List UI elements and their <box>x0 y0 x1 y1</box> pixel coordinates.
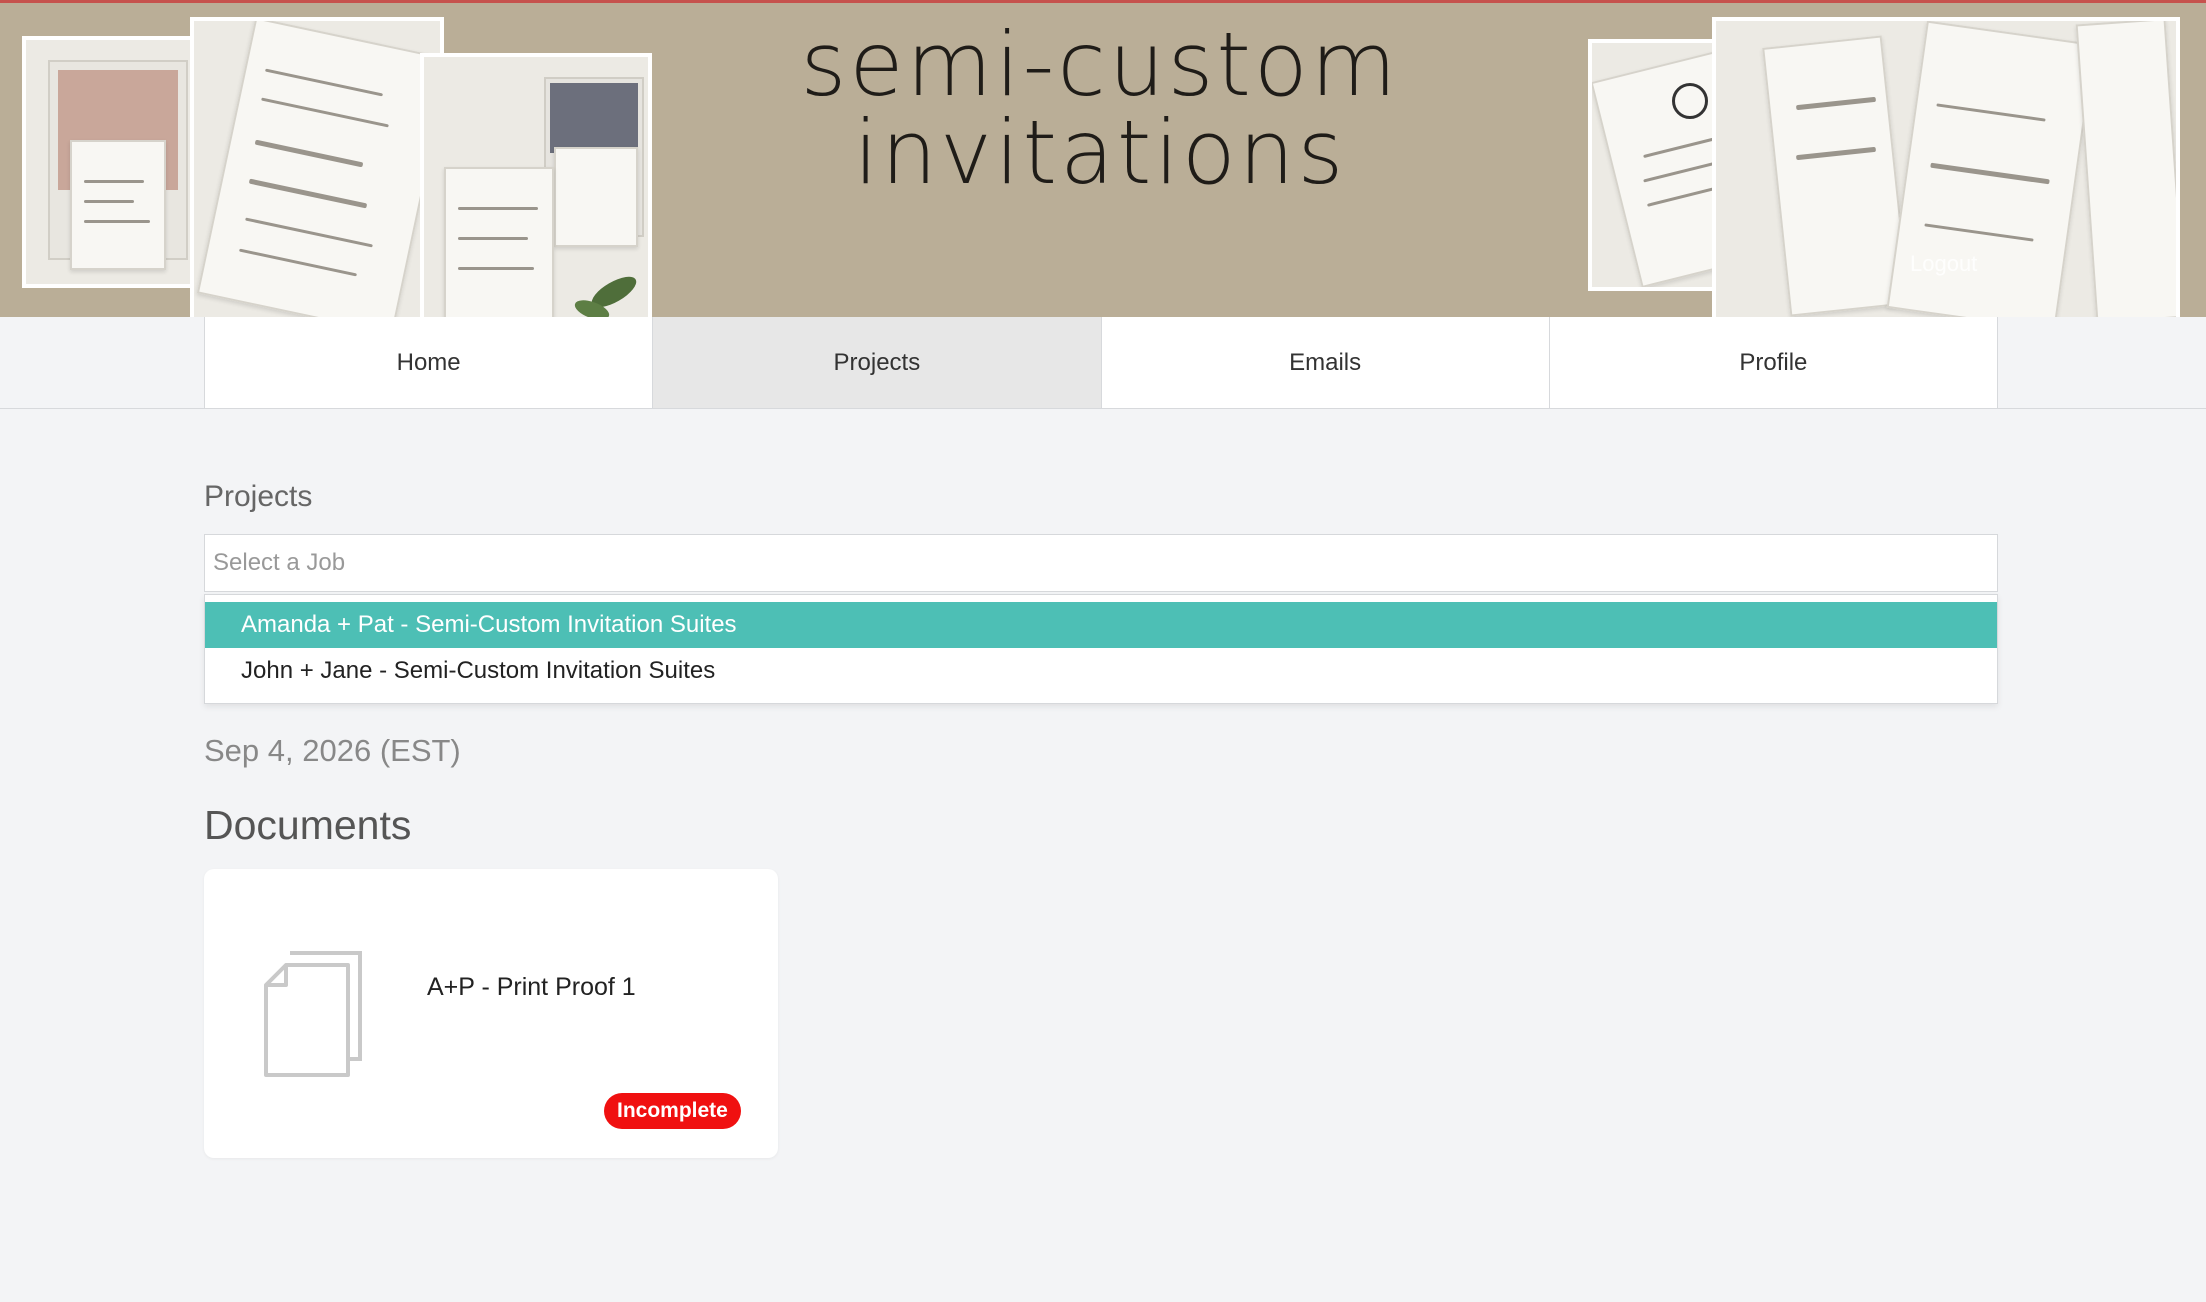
job-select[interactable]: Select a Job <box>204 534 1998 592</box>
job-dropdown: Amanda + Pat - Semi-Custom Invitation Su… <box>204 594 1998 704</box>
status-badge: Incomplete <box>604 1093 741 1129</box>
tab-home[interactable]: Home <box>204 317 654 409</box>
nav-tabs: Home Projects Emails Profile <box>204 317 1998 409</box>
brand-title: semi-custom invitations <box>800 13 1400 204</box>
job-option[interactable]: Amanda + Pat - Semi-Custom Invitation Su… <box>205 602 1997 648</box>
document-card[interactable]: A+P - Print Proof 1 Incomplete <box>204 869 778 1158</box>
invitation-photo <box>190 17 444 317</box>
logout-link[interactable]: Logout <box>1910 251 1977 277</box>
job-option[interactable]: John + Jane - Semi-Custom Invitation Sui… <box>205 648 1997 694</box>
main-navigation: Home Projects Emails Profile <box>0 317 2206 409</box>
document-icon <box>264 951 362 1077</box>
invitation-photo <box>22 36 212 288</box>
invitation-photo <box>420 53 652 317</box>
documents-title: Documents <box>204 802 412 848</box>
tab-emails[interactable]: Emails <box>1101 317 1550 409</box>
event-date: Sep 4, 2026 (EST) <box>204 733 461 768</box>
tab-profile[interactable]: Profile <box>1549 317 1998 409</box>
tab-projects[interactable]: Projects <box>653 317 1102 409</box>
header-banner: semi-custom invitations Logout <box>0 0 2206 317</box>
document-name: A+P - Print Proof 1 <box>427 973 636 1001</box>
job-select-placeholder: Select a Job <box>213 549 346 576</box>
projects-label: Projects <box>204 480 313 513</box>
